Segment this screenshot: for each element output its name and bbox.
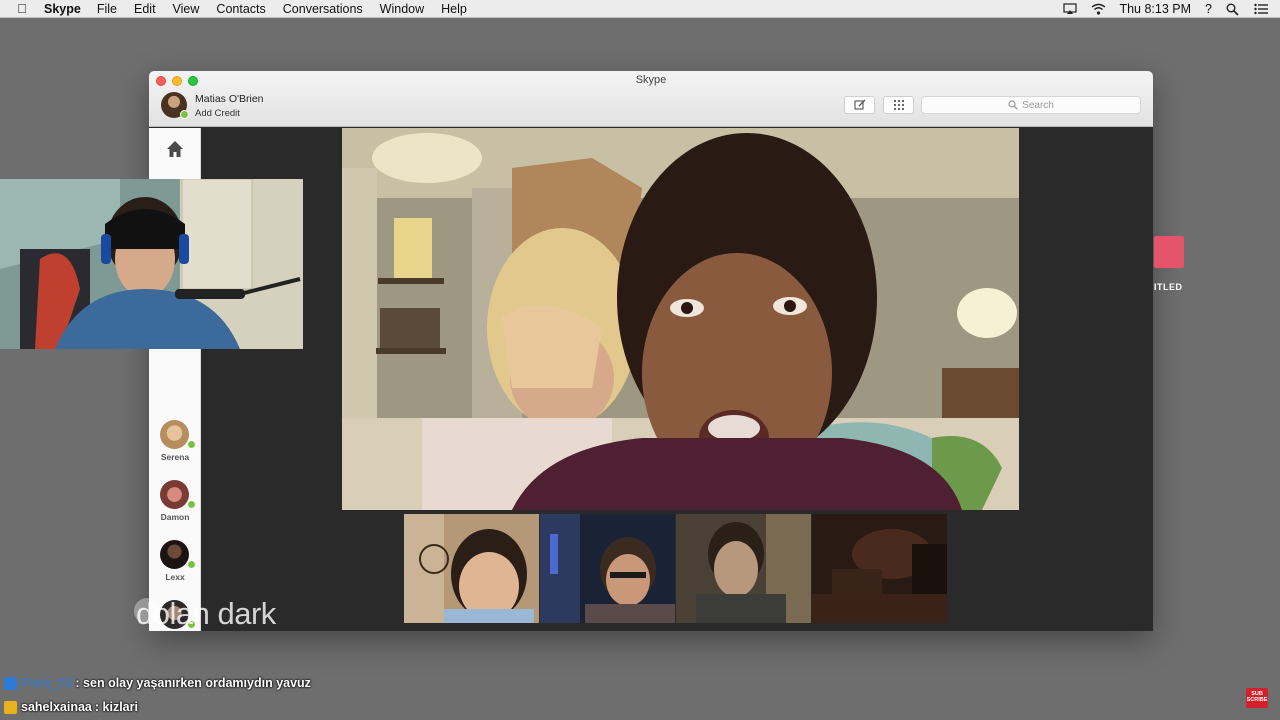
window-title: Skype bbox=[635, 74, 667, 86]
menu-edit[interactable]: Edit bbox=[134, 2, 156, 16]
add-credit-link[interactable]: Add Credit bbox=[195, 108, 240, 119]
avatar bbox=[160, 480, 189, 509]
menu-app-skype[interactable]: Skype bbox=[44, 2, 81, 16]
menu-window[interactable]: Window bbox=[380, 2, 424, 16]
participant-video-2[interactable] bbox=[540, 514, 675, 623]
search-placeholder: Search bbox=[1022, 99, 1054, 111]
user-badge-icon bbox=[4, 676, 17, 690]
airplay-icon[interactable] bbox=[1063, 3, 1078, 15]
contact-serena[interactable]: Serena bbox=[149, 420, 201, 476]
video-frame bbox=[342, 128, 1019, 510]
online-status-icon bbox=[187, 560, 196, 569]
menu-help[interactable]: Help bbox=[441, 2, 467, 16]
search-input[interactable]: Search bbox=[921, 96, 1141, 114]
channel-watermark: dolan dark bbox=[136, 596, 276, 631]
participant-video-3[interactable] bbox=[676, 514, 811, 623]
video-frame bbox=[404, 514, 539, 623]
macos-menu-bar:  Skype File Edit View Contacts Conversa… bbox=[0, 0, 1280, 18]
desktop-file-label[interactable]: ITLED bbox=[1154, 282, 1183, 292]
video-frame bbox=[812, 514, 947, 623]
menu-contacts[interactable]: Contacts bbox=[216, 2, 265, 16]
chat-username: Floris_53 bbox=[21, 676, 73, 690]
chat-username: sahelxainaa bbox=[21, 700, 92, 714]
avatar bbox=[160, 540, 189, 569]
window-titlebar: Skype Matias O'Brien Add Credit Search bbox=[149, 71, 1153, 127]
contact-name: Lexx bbox=[165, 572, 185, 582]
webcam-frame bbox=[0, 179, 303, 349]
menu-conversations[interactable]: Conversations bbox=[283, 2, 363, 16]
menu-view[interactable]: View bbox=[173, 2, 200, 16]
profile-online-status-icon bbox=[180, 110, 189, 119]
participant-video-1[interactable] bbox=[404, 514, 539, 623]
compose-icon bbox=[853, 99, 865, 110]
chat-message: sahelxainaa : kizlari bbox=[4, 698, 138, 716]
notification-center-icon[interactable] bbox=[1254, 3, 1268, 15]
new-conversation-button[interactable] bbox=[844, 96, 875, 114]
chat-message: Floris_53 : sen olay yaşanırken ordamıyd… bbox=[4, 674, 311, 692]
menubar-clock[interactable]: Thu 8:13 PM bbox=[1119, 2, 1191, 16]
chat-text: : kizlari bbox=[94, 700, 138, 714]
subscribe-button[interactable]: SUB SCRIBE bbox=[1246, 688, 1268, 708]
skype-window: Skype Matias O'Brien Add Credit Search S… bbox=[149, 71, 1153, 631]
help-icon[interactable]: ? bbox=[1205, 2, 1212, 16]
wifi-icon[interactable] bbox=[1091, 3, 1106, 15]
contact-lexx[interactable]: Lexx bbox=[149, 540, 201, 596]
dial-pad-icon bbox=[893, 99, 904, 111]
participant-video-4[interactable] bbox=[812, 514, 947, 623]
home-icon[interactable] bbox=[166, 140, 184, 158]
dial-pad-button[interactable] bbox=[883, 96, 914, 114]
video-frame bbox=[676, 514, 811, 623]
apple-menu-icon[interactable]:  bbox=[0, 1, 44, 16]
online-status-icon bbox=[187, 500, 196, 509]
streamer-webcam-overlay bbox=[0, 179, 303, 349]
video-frame bbox=[540, 514, 675, 623]
spotlight-search-icon[interactable] bbox=[1226, 3, 1240, 16]
search-icon bbox=[1008, 100, 1018, 110]
menu-file[interactable]: File bbox=[97, 2, 117, 16]
avatar bbox=[160, 420, 189, 449]
contact-name: Serena bbox=[160, 452, 190, 462]
contact-name: Damon bbox=[160, 512, 190, 522]
crown-badge-icon bbox=[4, 700, 17, 714]
main-video-feed[interactable] bbox=[342, 128, 1019, 510]
online-status-icon bbox=[187, 440, 196, 449]
chat-text: : sen olay yaşanırken ordamıydın yavuz bbox=[75, 676, 311, 690]
profile-name[interactable]: Matias O'Brien bbox=[195, 93, 264, 105]
contact-damon[interactable]: Damon bbox=[149, 480, 201, 536]
desktop-file-icon[interactable] bbox=[1154, 236, 1184, 268]
